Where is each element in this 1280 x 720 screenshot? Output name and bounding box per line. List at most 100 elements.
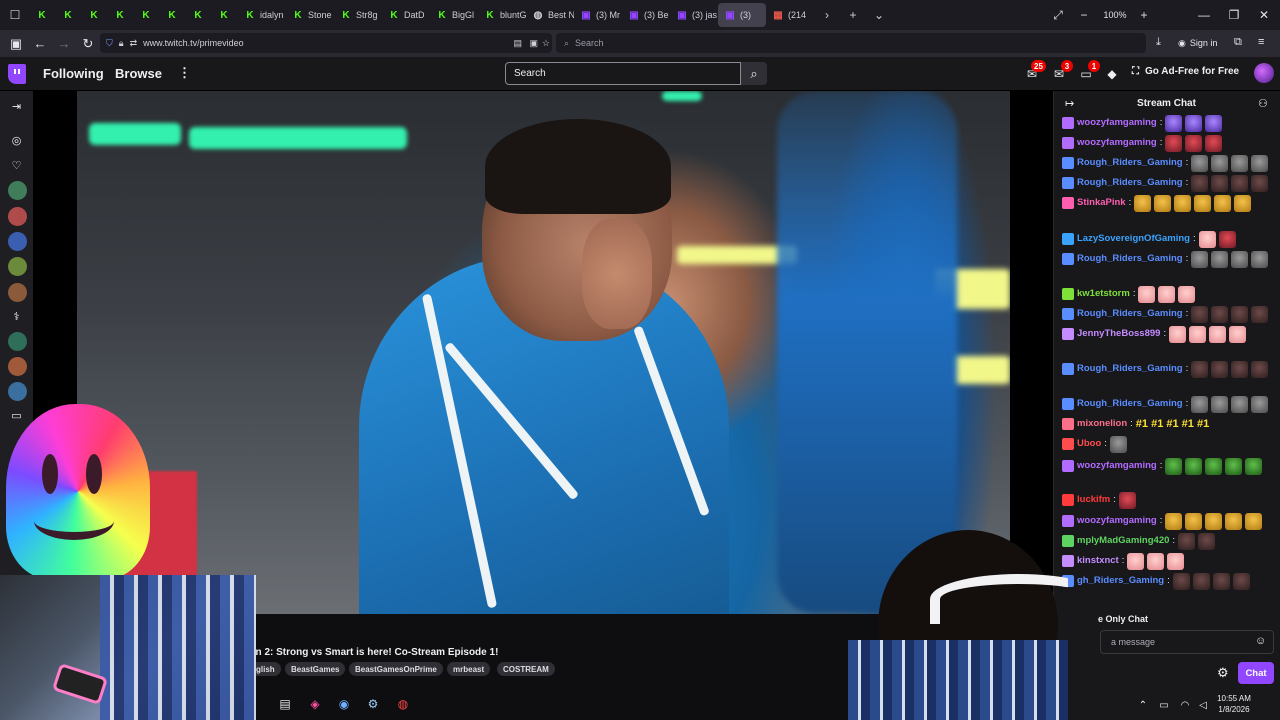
chat-message[interactable]: mixonelion: #1 #1 #1 #1 #1 bbox=[1062, 414, 1274, 434]
chat-emote[interactable] bbox=[1211, 305, 1229, 323]
chat-emote[interactable] bbox=[1251, 250, 1269, 268]
browser-tab[interactable]: K bbox=[134, 0, 160, 30]
browser-tab[interactable]: K DatD bbox=[382, 0, 430, 30]
chat-emote[interactable] bbox=[1192, 572, 1210, 590]
taskbar-app-icon[interactable]: ◈ bbox=[306, 695, 324, 713]
forward-icon[interactable]: → bbox=[52, 32, 76, 56]
chat-username[interactable]: Rough_Riders_Gaming bbox=[1077, 173, 1183, 193]
chat-emote[interactable] bbox=[1191, 174, 1209, 192]
browser-tab[interactable]: ▣ (3) Mr bbox=[574, 0, 622, 30]
chat-emote[interactable] bbox=[1211, 174, 1229, 192]
chat-emote[interactable] bbox=[1194, 194, 1212, 212]
chat-message[interactable]: JennyTheBoss899: bbox=[1062, 324, 1274, 344]
tray-overflow-icon[interactable]: ⌃ bbox=[1134, 696, 1152, 714]
chat-username[interactable]: luckifm bbox=[1077, 490, 1110, 510]
wifi-icon[interactable]: ◠ bbox=[1176, 696, 1194, 714]
stream-tag[interactable]: BeastGamesOnPrime bbox=[349, 662, 443, 676]
chat-message[interactable]: Rough_Riders_Gaming: bbox=[1062, 153, 1274, 173]
browser-tab[interactable]: K bbox=[30, 0, 56, 30]
chat-emote[interactable] bbox=[1231, 395, 1249, 413]
stream-tag[interactable]: mrbeast bbox=[447, 662, 491, 676]
chat-emote[interactable] bbox=[1211, 154, 1229, 172]
chat-message[interactable]: kw1etstorm: bbox=[1062, 284, 1274, 304]
sidebar-channel-avatar[interactable] bbox=[8, 232, 27, 251]
chat-emote[interactable] bbox=[1214, 194, 1232, 212]
chat-message[interactable]: woozyfamgaming: bbox=[1062, 133, 1274, 153]
chat-emote[interactable] bbox=[1211, 360, 1229, 378]
browser-tab[interactable]: ▣ (3) bbox=[718, 3, 766, 27]
stream-tag[interactable]: BeastGames bbox=[285, 662, 346, 676]
downloads-icon[interactable]: ⤓ bbox=[1156, 36, 1161, 49]
taskbar-clock[interactable]: 10:55 AM 1/8/2026 bbox=[1212, 693, 1256, 715]
chat-emote[interactable] bbox=[1127, 552, 1145, 570]
chat-message[interactable]: luckifm: bbox=[1062, 490, 1274, 510]
chat-emote[interactable] bbox=[1118, 491, 1136, 509]
chat-emote[interactable] bbox=[1178, 532, 1196, 550]
chat-message[interactable]: kinstxnct: bbox=[1062, 551, 1274, 571]
chat-emote[interactable] bbox=[1232, 572, 1250, 590]
sidebar-toggle-icon[interactable]: ▣ bbox=[4, 32, 28, 56]
chat-emote[interactable] bbox=[1169, 325, 1187, 343]
chat-emote[interactable] bbox=[1231, 174, 1249, 192]
zoom-out-icon[interactable]: − bbox=[1068, 0, 1100, 30]
chat-send-button[interactable]: Chat bbox=[1238, 662, 1274, 684]
chat-emote[interactable] bbox=[1251, 154, 1269, 172]
chat-emote[interactable] bbox=[1205, 114, 1223, 132]
chat-emote[interactable] bbox=[1185, 512, 1203, 530]
shield-icon[interactable]: ⛉ bbox=[106, 38, 113, 49]
nav-following[interactable]: Following bbox=[43, 66, 104, 81]
browser-search-bar[interactable]: ⌕ Search bbox=[556, 33, 1146, 53]
chat-emote[interactable] bbox=[1174, 194, 1192, 212]
chat-username[interactable]: Uboo bbox=[1077, 434, 1101, 454]
followed-heart-icon[interactable]: ♡ bbox=[8, 157, 25, 174]
pip-icon[interactable]: ▣ bbox=[529, 38, 538, 49]
nav-browse[interactable]: Browse bbox=[115, 66, 162, 81]
expand-sidebar-icon[interactable]: ⇥ bbox=[8, 98, 25, 115]
chat-message[interactable]: woozyfamgaming: bbox=[1062, 456, 1274, 476]
chat-settings-icon[interactable]: ⚙ bbox=[1217, 665, 1229, 681]
chat-username[interactable]: kinstxnct bbox=[1077, 551, 1119, 571]
chat-message[interactable]: Rough_Riders_Gaming: bbox=[1062, 249, 1274, 269]
menu-icon[interactable]: ≡ bbox=[1258, 36, 1264, 48]
chat-emote[interactable] bbox=[1109, 435, 1127, 453]
reload-icon[interactable]: ↻ bbox=[76, 32, 100, 56]
chat-emote[interactable] bbox=[1205, 512, 1223, 530]
chat-message[interactable]: Rough_Riders_Gaming: bbox=[1062, 394, 1274, 414]
chat-message[interactable]: Uboo: bbox=[1062, 434, 1274, 454]
chat-message[interactable]: Rough_Riders_Gaming: bbox=[1062, 359, 1274, 379]
chat-emote[interactable] bbox=[1191, 395, 1209, 413]
browser-tab[interactable]: K bbox=[186, 0, 212, 30]
chat-emote[interactable] bbox=[1138, 285, 1156, 303]
chat-username[interactable]: woozyfamgaming bbox=[1077, 113, 1157, 133]
sidebar-channel-avatar[interactable] bbox=[8, 332, 27, 351]
chat-emote[interactable] bbox=[1245, 512, 1263, 530]
chat-emote[interactable] bbox=[1165, 512, 1183, 530]
bits-icon[interactable]: ◆ bbox=[1104, 66, 1120, 82]
chat-message[interactable]: mplyMadGaming420: bbox=[1062, 531, 1274, 551]
browser-tab[interactable]: K Str8g bbox=[334, 0, 382, 30]
chat-emote[interactable] bbox=[1147, 552, 1165, 570]
community-icon[interactable]: ⚇ bbox=[1258, 97, 1268, 110]
chat-emote[interactable] bbox=[1245, 457, 1263, 475]
chat-emote[interactable] bbox=[1211, 395, 1229, 413]
chat-emote[interactable] bbox=[1191, 305, 1209, 323]
tab-list-icon[interactable]: ☐ bbox=[0, 8, 30, 22]
chat-username[interactable]: Rough_Riders_Gaming bbox=[1077, 394, 1183, 414]
extensions-icon[interactable]: ⧉ bbox=[1234, 36, 1242, 49]
chat-username[interactable]: Rough_Riders_Gaming bbox=[1077, 304, 1183, 324]
chat-username[interactable]: Rough_Riders_Gaming bbox=[1077, 249, 1183, 269]
chat-emote[interactable] bbox=[1218, 230, 1236, 248]
browser-tab[interactable]: ▣ (3) jas bbox=[670, 0, 718, 30]
chat-username[interactable]: StinkaPink bbox=[1077, 193, 1126, 213]
chat-emote[interactable] bbox=[1205, 457, 1223, 475]
chat-username[interactable]: JennyTheBoss899 bbox=[1077, 324, 1160, 344]
emote-picker-icon[interactable]: ☺ bbox=[1255, 635, 1266, 647]
close-window-icon[interactable]: ✕ bbox=[1248, 0, 1280, 30]
url-text[interactable]: www.twitch.tv/primevideo bbox=[143, 38, 244, 48]
chat-message[interactable]: Rough_Riders_Gaming: bbox=[1062, 304, 1274, 324]
go-ad-free-button[interactable]: ⛶ Go Ad-Free for Free bbox=[1132, 66, 1239, 77]
chat-message[interactable]: LazySovereignOfGaming: bbox=[1062, 229, 1274, 249]
chat-emote[interactable] bbox=[1225, 512, 1243, 530]
sidebar-channel-avatar[interactable] bbox=[8, 382, 27, 401]
chat-emote[interactable] bbox=[1209, 325, 1227, 343]
